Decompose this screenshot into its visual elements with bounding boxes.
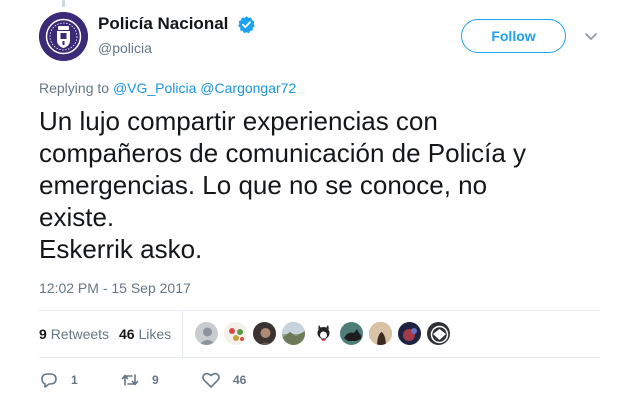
tweet-text-line: emergencias. Lo que no se conoce, no [39,170,488,200]
dog-avatar-icon [344,329,362,341]
stats-divider [182,311,183,357]
liker-avatar[interactable] [194,321,219,346]
thread-connector [62,0,65,7]
liker-avatar[interactable] [310,321,335,346]
likes-count: 46 [119,326,135,342]
liker-avatar[interactable] [281,321,306,346]
tweet-text-line: existe. [39,202,115,232]
retweet-icon [121,374,139,386]
tweet-actions: 1 9 46 [39,370,600,390]
liker-avatar[interactable] [368,321,393,346]
reply-count: 1 [71,373,78,387]
floral-avatar-icon [229,328,244,341]
retweets-label: Retweets [50,326,110,342]
user-handle: @policia [98,40,152,56]
stats-bar: 9 Retweets 46 Likes [39,310,600,358]
reply-button[interactable]: 1 [39,370,78,390]
liker-avatar[interactable] [339,321,364,346]
liker-avatar[interactable] [397,321,422,346]
reply-context: Replying to @VG_Policia @Cargongar72 [39,80,296,96]
heart-icon [202,372,220,388]
likes-stat[interactable]: 46 Likes [119,326,171,342]
chevron-down-icon[interactable] [584,29,598,43]
retweets-stat[interactable]: 9 Retweets [39,326,109,342]
follow-button[interactable]: Follow [461,19,566,53]
liker-avatar[interactable] [252,321,277,346]
tweet-text-line: Eskerrik asko. [39,234,203,264]
retweet-count: 9 [152,373,159,387]
cartoon-cat-icon [317,325,330,341]
dark-avatar-icon [403,328,417,341]
police-crest-icon [39,12,88,61]
display-name[interactable]: Policía Nacional [98,14,228,34]
likes-label: Likes [138,326,172,342]
tweet-text-line: compañeros de comunicación de Policía y [39,138,527,168]
profile-avatar[interactable] [39,12,88,61]
liker-avatar[interactable] [426,321,451,346]
person-avatar-icon [259,328,272,345]
tweet-text: Un lujo compartir experiencias con compa… [39,105,599,265]
landscape-avatar-icon [282,322,305,345]
like-button[interactable]: 46 [201,370,246,390]
reply-context-prefix: Replying to [39,80,110,96]
liker-avatar[interactable] [223,321,248,346]
retweets-count: 9 [39,326,47,342]
tweet-text-line: Un lujo compartir experiencias con [39,106,438,136]
retweet-button[interactable]: 9 [120,370,159,390]
portrait-avatar-icon [369,322,392,345]
default-profile-icon [199,327,216,345]
emblem-avatar-icon [430,325,449,344]
tweet-timestamp[interactable]: 12:02 PM - 15 Sep 2017 [39,280,191,296]
verified-badge-icon [238,15,255,33]
user-name-block[interactable]: Policía Nacional @policia [98,14,256,56]
reply-icon [41,373,57,388]
mention-link[interactable]: @Cargongar72 [200,80,296,96]
like-count: 46 [233,373,247,387]
mention-link[interactable]: @VG_Policia [113,80,196,96]
